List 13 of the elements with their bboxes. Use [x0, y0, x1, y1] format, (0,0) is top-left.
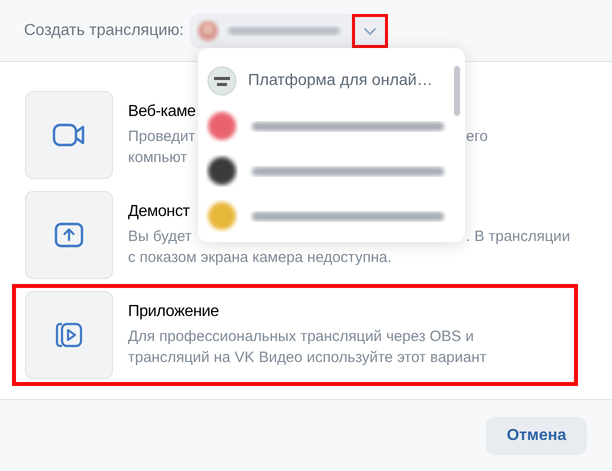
option-description: трансляций на VK Видео используйте этот вариант — [128, 348, 487, 368]
option-description: его — [466, 127, 488, 147]
dropdown-item-label: Платформа для онлай… — [248, 72, 433, 90]
option-description: Вы будет — [128, 227, 193, 247]
option-title: Демонст — [128, 203, 190, 221]
option-title: Приложение — [128, 303, 219, 321]
option-description: с показом экрана камера недоступна. — [128, 248, 392, 268]
option-description: компьют — [128, 148, 188, 168]
option-description: . В трансляции — [466, 227, 570, 247]
option-description: Для профессиональных трансляций через OBS и — [128, 327, 474, 347]
option-title: Веб-каме — [128, 103, 196, 121]
option-description: Проведит — [128, 127, 196, 147]
header-label: Создать трансляцию: — [24, 22, 184, 40]
